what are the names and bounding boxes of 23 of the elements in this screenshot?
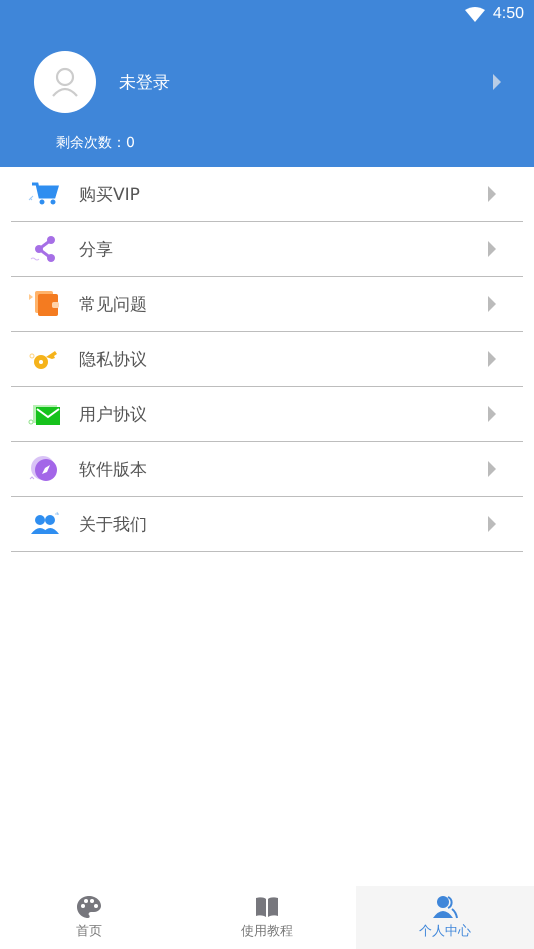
menu-item[interactable]: 分享 <box>11 222 523 277</box>
user-icon <box>49 67 81 97</box>
user-icon <box>432 895 458 919</box>
menu-item[interactable]: 隐私协议 <box>11 332 523 387</box>
remaining-count: 剩余次数：0 <box>56 134 135 152</box>
chevron-icon <box>487 296 497 312</box>
menu-item[interactable]: 关于我们 <box>11 497 523 552</box>
chevron-icon <box>487 241 497 257</box>
chevron-icon <box>492 74 502 90</box>
menu-item[interactable]: 软件版本 <box>11 442 523 497</box>
menu-item[interactable]: 购买VIP <box>11 167 523 222</box>
chevron-icon <box>487 461 497 477</box>
palette-icon <box>76 895 102 919</box>
chevron-icon <box>487 186 497 202</box>
menu-item[interactable]: 用户协议 <box>11 387 523 442</box>
login-status[interactable]: 未登录 <box>119 70 492 94</box>
book-icon <box>254 895 280 919</box>
chevron-icon <box>487 406 497 422</box>
menu-item[interactable]: 常见问题 <box>11 277 523 332</box>
chevron-icon <box>487 516 497 532</box>
chevron-icon <box>487 351 497 367</box>
status-time: 4:50 <box>492 5 524 23</box>
wifi-icon <box>464 6 485 22</box>
